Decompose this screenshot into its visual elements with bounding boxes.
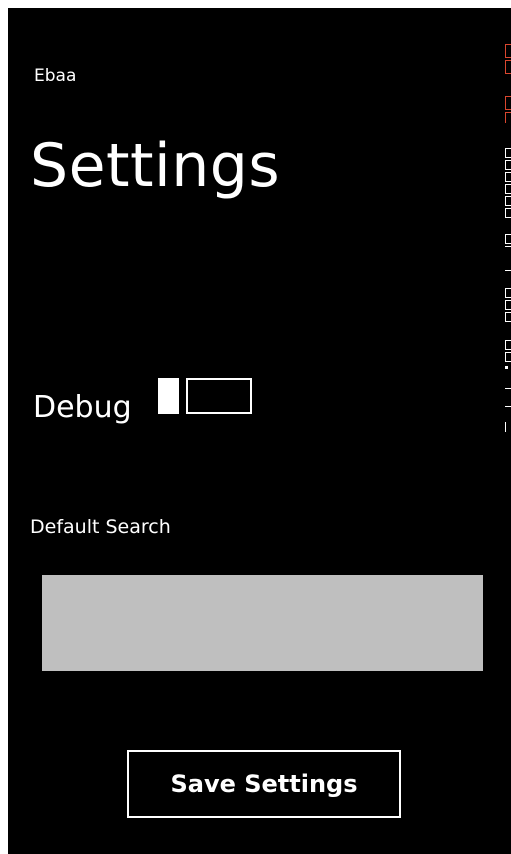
default-search-input[interactable] <box>42 575 483 671</box>
default-search-label: Default Search <box>30 516 171 538</box>
page-title: Settings <box>30 131 281 201</box>
debug-label: Debug <box>33 390 132 425</box>
debug-toggle[interactable] <box>158 378 252 414</box>
settings-screen: Ebaa Settings Debug Default Search Save … <box>8 8 511 854</box>
app-name: Ebaa <box>34 66 77 86</box>
toggle-track <box>186 378 252 414</box>
edge-glyph-strip <box>505 44 511 444</box>
save-settings-button[interactable]: Save Settings <box>127 750 401 818</box>
toggle-thumb <box>158 378 179 414</box>
